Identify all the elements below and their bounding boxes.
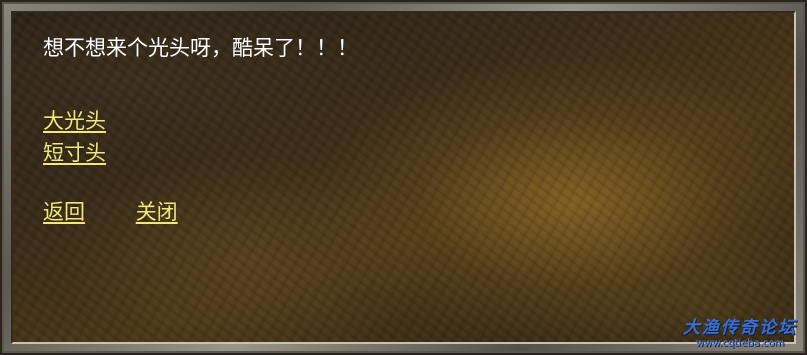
forum-watermark: 大渔传奇论坛 www.cqtieba.com xyxy=(683,318,797,349)
close-link[interactable]: 关闭 xyxy=(136,199,178,225)
watermark-url: www.cqtieba.com xyxy=(695,338,785,349)
watermark-title: 大渔传奇论坛 xyxy=(683,318,797,338)
panel-texture xyxy=(13,13,794,342)
option-big-bald[interactable]: 大光头 xyxy=(43,105,106,137)
dialog-content: 想不想来个光头呀，酷呆了！！！ 大光头 短寸头 返回 关闭 xyxy=(43,35,358,224)
option-list: 大光头 短寸头 xyxy=(43,105,106,169)
dialog-actions: 返回 关闭 xyxy=(43,199,222,225)
option-short-crew-cut[interactable]: 短寸头 xyxy=(43,137,106,169)
back-link[interactable]: 返回 xyxy=(43,199,85,225)
dialog-panel: 想不想来个光头呀，酷呆了！！！ 大光头 短寸头 返回 关闭 xyxy=(11,11,796,344)
npc-dialog-window: 想不想来个光头呀，酷呆了！！！ 大光头 短寸头 返回 关闭 大渔传奇论坛 www… xyxy=(0,0,807,355)
npc-message: 想不想来个光头呀，酷呆了！！！ xyxy=(43,36,358,60)
